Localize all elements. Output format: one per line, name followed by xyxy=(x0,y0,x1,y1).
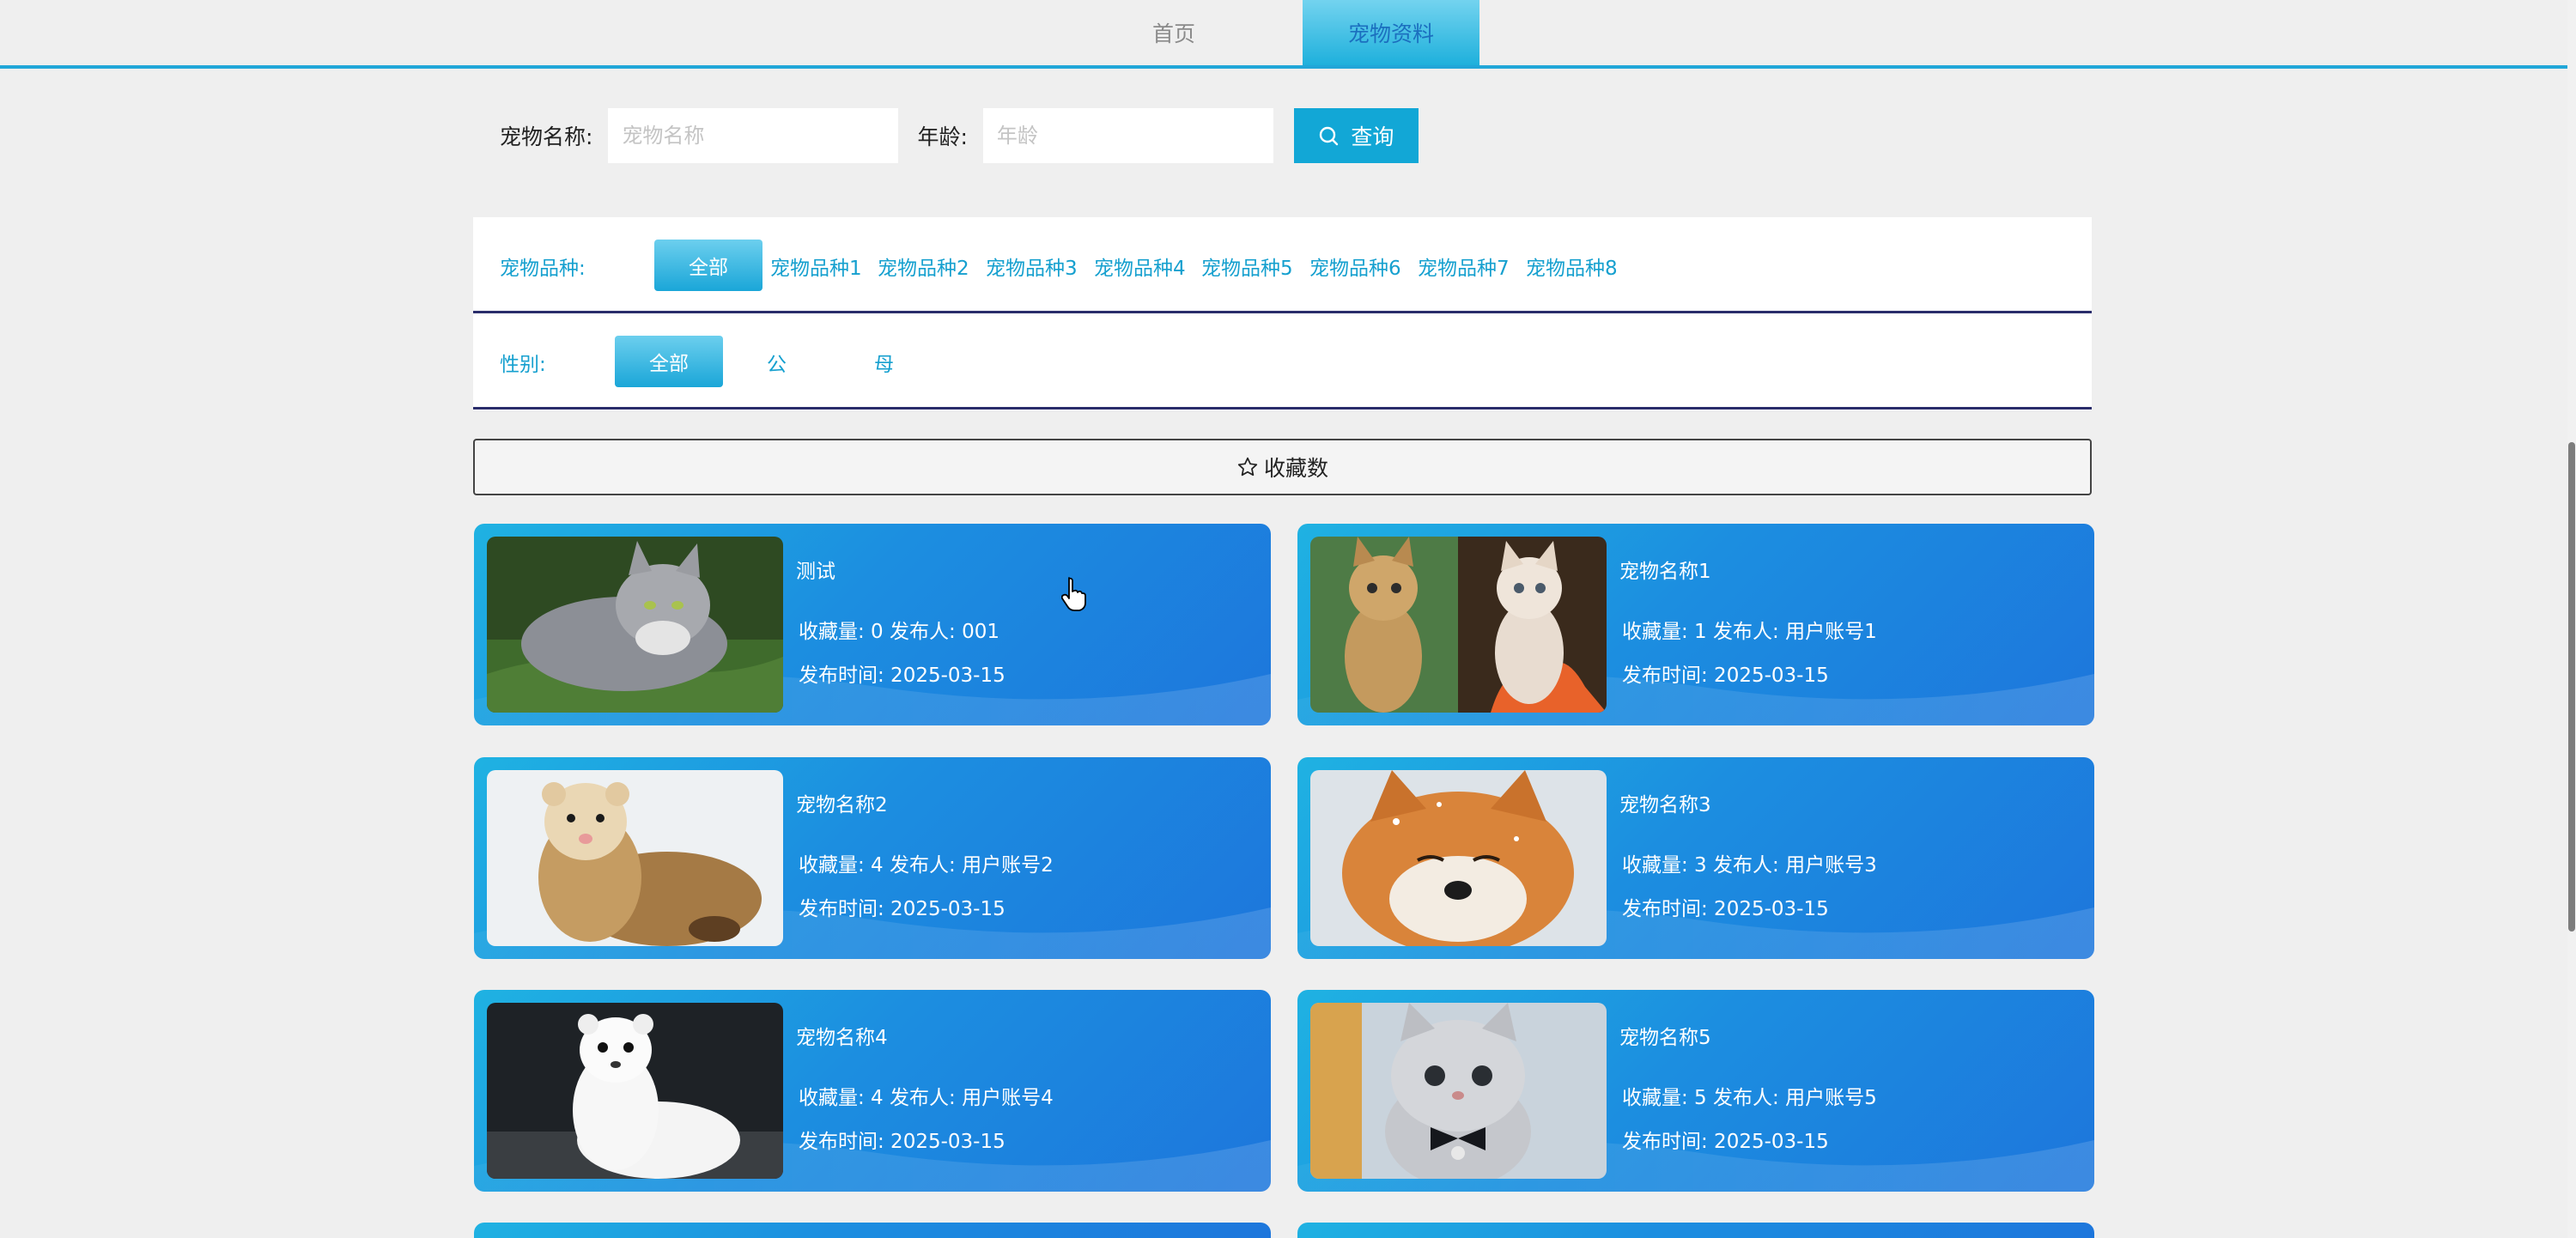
pet-name: 宠物名称2 xyxy=(796,794,888,816)
gender-filter-label: 性别: xyxy=(500,354,546,376)
pet-card-partial[interactable] xyxy=(1297,1223,2094,1238)
breed-option-2[interactable]: 宠物品种2 xyxy=(878,252,969,281)
pet-card[interactable]: 宠物名称2 收藏量: 4 发布人: 用户账号2 发布时间: 2025-03-15 xyxy=(474,757,1271,959)
tab-pet-info[interactable]: 宠物资料 xyxy=(1303,0,1479,65)
pet-card-partial[interactable] xyxy=(474,1223,1271,1238)
pet-photo xyxy=(1310,770,1607,946)
breed-option-5[interactable]: 宠物品种5 xyxy=(1201,252,1293,281)
pet-name: 宠物名称4 xyxy=(796,1027,888,1049)
page-scrollbar[interactable] xyxy=(2567,0,2576,1238)
pet-publish-date: 发布时间: 2025-03-15 xyxy=(799,1131,1005,1153)
pet-name: 宠物名称1 xyxy=(1619,561,1711,583)
gender-option-male[interactable]: 公 xyxy=(767,348,787,377)
pet-publish-date: 发布时间: 2025-03-15 xyxy=(1622,1131,1829,1153)
pet-photo xyxy=(1310,537,1607,713)
tab-home[interactable]: 首页 xyxy=(1085,0,1262,65)
pet-stats: 收藏量: 1 发布人: 用户账号1 xyxy=(1622,621,1877,643)
pet-publish-date: 发布时间: 2025-03-15 xyxy=(1622,665,1829,687)
gender-option-female[interactable]: 母 xyxy=(874,348,894,377)
pet-card[interactable]: 宠物名称1 收藏量: 1 发布人: 用户账号1 发布时间: 2025-03-15 xyxy=(1297,524,2094,725)
age-input[interactable] xyxy=(982,108,1273,163)
breed-filter-label: 宠物品种: xyxy=(500,258,586,280)
top-nav: 首页 宠物资料 xyxy=(0,0,2567,69)
breed-option-all[interactable]: 全部 xyxy=(654,240,762,291)
pet-publish-date: 发布时间: 2025-03-15 xyxy=(799,665,1005,687)
breed-filter-row: 宠物品种: 全部 宠物品种1 宠物品种2 宠物品种3 宠物品种4 宠物品种5 宠… xyxy=(473,217,2092,313)
sort-by-favorites-button[interactable]: 收藏数 xyxy=(473,439,2092,495)
breed-option-8[interactable]: 宠物品种8 xyxy=(1526,252,1618,281)
pet-publish-date: 发布时间: 2025-03-15 xyxy=(799,898,1005,920)
pet-name: 测试 xyxy=(796,561,835,583)
gender-filter-row: 性别: 全部 公 母 xyxy=(473,313,2092,410)
pet-photo xyxy=(1310,1003,1607,1179)
pet-stats: 收藏量: 4 发布人: 用户账号4 xyxy=(799,1087,1054,1109)
filter-panel: 宠物品种: 全部 宠物品种1 宠物品种2 宠物品种3 宠物品种4 宠物品种5 宠… xyxy=(473,217,2092,410)
gender-option-all[interactable]: 全部 xyxy=(615,336,723,387)
pet-publish-date: 发布时间: 2025-03-15 xyxy=(1622,898,1829,920)
breed-option-1[interactable]: 宠物品种1 xyxy=(770,252,862,281)
search-button-label: 查询 xyxy=(1351,124,1394,149)
search-icon xyxy=(1320,126,1339,146)
pet-stats: 收藏量: 5 发布人: 用户账号5 xyxy=(1622,1087,1877,1109)
breed-option-7[interactable]: 宠物品种7 xyxy=(1418,252,1510,281)
pet-name: 宠物名称3 xyxy=(1619,794,1711,816)
pet-name-input[interactable] xyxy=(608,108,899,163)
pet-stats: 收藏量: 0 发布人: 001 xyxy=(799,621,999,643)
breed-option-3[interactable]: 宠物品种3 xyxy=(986,252,1078,281)
search-bar: 宠物名称: 年龄: 查询 xyxy=(500,108,1419,163)
pet-card[interactable]: 测试 收藏量: 0 发布人: 001 发布时间: 2025-03-15 xyxy=(474,524,1271,725)
pet-photo xyxy=(487,537,783,713)
age-label: 年龄: xyxy=(917,124,968,149)
pet-name: 宠物名称5 xyxy=(1619,1027,1711,1049)
breed-option-4[interactable]: 宠物品种4 xyxy=(1094,252,1186,281)
breed-option-6[interactable]: 宠物品种6 xyxy=(1309,252,1401,281)
pet-name-label: 宠物名称: xyxy=(500,124,593,149)
search-button[interactable]: 查询 xyxy=(1293,108,1419,163)
pet-stats: 收藏量: 4 发布人: 用户账号2 xyxy=(799,854,1054,877)
scrollbar-thumb[interactable] xyxy=(2568,442,2575,932)
pet-card[interactable]: 宠物名称4 收藏量: 4 发布人: 用户账号4 发布时间: 2025-03-15 xyxy=(474,990,1271,1192)
pet-card[interactable]: 宠物名称5 收藏量: 5 发布人: 用户账号5 发布时间: 2025-03-15 xyxy=(1297,990,2094,1192)
sort-label: 收藏数 xyxy=(1263,456,1328,481)
pet-stats: 收藏量: 3 发布人: 用户账号3 xyxy=(1622,854,1877,877)
hand-cursor-icon xyxy=(1061,577,1086,611)
star-icon xyxy=(1237,457,1258,476)
pet-photo xyxy=(487,1003,783,1179)
pet-photo xyxy=(487,770,783,946)
pet-card[interactable]: 宠物名称3 收藏量: 3 发布人: 用户账号3 发布时间: 2025-03-15 xyxy=(1297,757,2094,959)
